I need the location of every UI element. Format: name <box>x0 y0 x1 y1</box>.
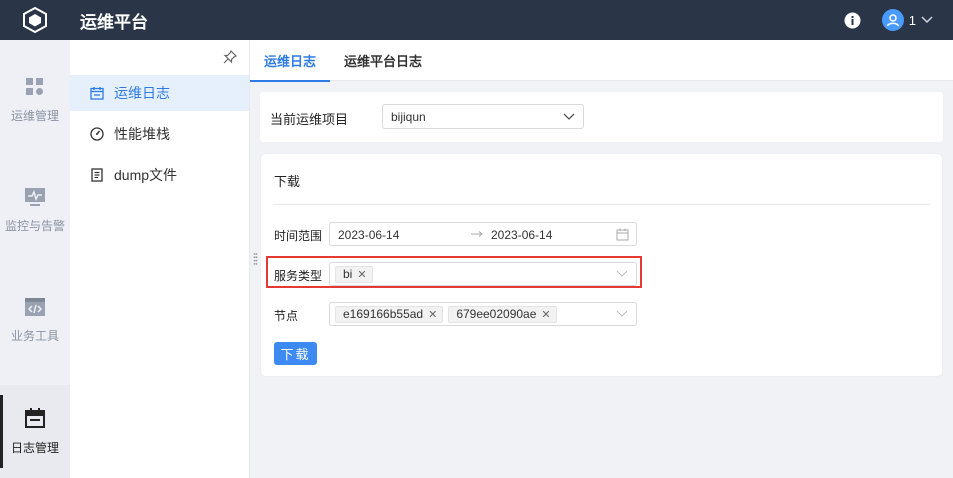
file-icon <box>91 168 103 182</box>
node-select[interactable]: e169166b55ad ✕ 679ee02090ae ✕ <box>329 302 637 326</box>
drag-handle-icon[interactable] <box>253 252 258 266</box>
submenu-item-dump-file[interactable]: dump文件 <box>70 157 249 193</box>
node-label: 节点 <box>274 309 299 323</box>
pin-icon[interactable] <box>223 50 237 64</box>
rail-item-log-management[interactable]: 日志管理 <box>0 385 70 478</box>
rail-item-label: 运维管理 <box>10 108 59 123</box>
download-title: 下载 <box>274 174 301 189</box>
tag-label: 679ee02090ae <box>456 307 537 321</box>
rail-item-ops-management[interactable]: 运维管理 <box>0 55 70 145</box>
tab-bar: 运维日志 运维平台日志 <box>250 40 953 82</box>
chevron-down-icon <box>563 113 575 120</box>
divider <box>273 204 930 205</box>
rail-item-label: 业务工具 <box>10 328 59 343</box>
tab-ops-log[interactable]: 运维日志 <box>250 40 331 82</box>
tag-label: e169166b55ad <box>343 307 424 321</box>
secondary-nav: 运维日志 性能堆栈 dump文件 <box>70 40 250 478</box>
user-name: 1 <box>908 12 916 28</box>
close-icon[interactable]: ✕ <box>428 308 437 321</box>
project-select-value: bijiqun <box>391 109 426 124</box>
rail-item-label: 日志管理 <box>10 441 59 455</box>
info-icon[interactable] <box>844 11 862 29</box>
chevron-down-icon <box>616 310 628 317</box>
submenu-item-label: 性能堆栈 <box>114 126 170 142</box>
app-logo-icon[interactable] <box>0 0 70 40</box>
monitor-icon <box>25 187 45 206</box>
highlight-box <box>266 256 642 288</box>
submenu-item-ops-log[interactable]: 运维日志 <box>70 75 249 111</box>
submenu-item-label: dump文件 <box>114 167 178 183</box>
calendar-icon <box>616 228 629 241</box>
app-title: 运维平台 <box>80 12 148 32</box>
time-range-label: 时间范围 <box>274 229 323 243</box>
avatar-icon <box>881 9 904 31</box>
primary-nav-rail: 运维管理 监控与告警 业务工具 日志管理 <box>0 40 70 478</box>
code-window-icon <box>25 297 45 316</box>
rail-item-business-tools[interactable]: 业务工具 <box>0 275 70 365</box>
node-tag: 679ee02090ae ✕ <box>448 305 557 323</box>
arrow-right-icon <box>471 231 483 237</box>
date-range-picker[interactable]: 2023-06-14 2023-06-14 <box>329 222 637 246</box>
end-date-input[interactable]: 2023-06-14 <box>491 228 552 242</box>
calendar-icon <box>90 87 104 100</box>
project-select[interactable]: bijiqun <box>382 104 584 129</box>
node-tag: e169166b55ad ✕ <box>335 305 444 323</box>
download-button[interactable]: 下载 <box>274 342 317 365</box>
tab-platform-log[interactable]: 运维平台日志 <box>330 40 436 81</box>
calendar-log-icon <box>25 408 45 428</box>
gauge-icon <box>90 127 104 141</box>
top-bar: 运维平台 1 <box>0 0 953 40</box>
start-date-input[interactable]: 2023-06-14 <box>338 228 399 242</box>
submenu-item-label: 运维日志 <box>114 85 170 101</box>
submenu-item-perf-stack[interactable]: 性能堆栈 <box>70 116 249 152</box>
chevron-down-icon <box>921 16 933 24</box>
dashboard-grid-icon <box>26 77 43 95</box>
project-card: 当前运维项目 bijiqun <box>260 92 943 142</box>
project-label: 当前运维项目 <box>270 112 349 127</box>
user-menu[interactable]: 1 <box>881 9 933 31</box>
close-icon[interactable]: ✕ <box>541 308 550 321</box>
rail-item-label: 监控与告警 <box>4 218 65 233</box>
rail-item-monitoring[interactable]: 监控与告警 <box>0 165 70 255</box>
